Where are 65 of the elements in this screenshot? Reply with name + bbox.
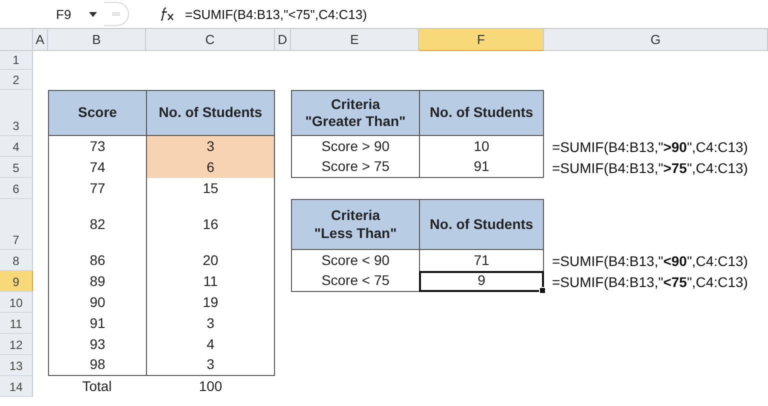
table-cell: 19 — [146, 292, 275, 313]
column-header[interactable]: E — [291, 29, 419, 51]
row-header[interactable]: 6 — [0, 178, 33, 199]
row-header[interactable]: 3 — [0, 90, 33, 136]
table-cell-text: Total — [81, 376, 113, 396]
table-cell: 90 — [48, 292, 146, 313]
row-header[interactable]: 8 — [0, 250, 33, 271]
row-header[interactable]: 4 — [0, 136, 33, 157]
table-cell: 71 — [419, 250, 544, 271]
fill-handle[interactable] — [539, 287, 546, 294]
column-header[interactable]: A — [33, 29, 48, 51]
row-header[interactable]: 7 — [0, 199, 33, 250]
row-header[interactable]: 13 — [0, 355, 33, 376]
table-cell: 86 — [48, 250, 146, 271]
table-cell: Score < 75 — [291, 271, 419, 292]
formula-input[interactable]: =SUMIF(B4:B13,"<75",C4:C13) — [185, 6, 367, 22]
column-heading: Score — [48, 90, 146, 136]
row-header[interactable]: 12 — [0, 334, 33, 355]
table-cell: 9 — [419, 271, 544, 292]
equals-sign-icon — [112, 12, 120, 16]
table-cell: 98 — [48, 355, 146, 376]
table-cell: 16 — [146, 199, 275, 250]
insert-function-icon[interactable] — [159, 7, 175, 21]
formula-text: =SUMIF(B4:B13,">75",C4:C13) — [551, 158, 749, 178]
dropdown-caret-icon[interactable] — [89, 12, 97, 16]
column-heading: Criteria "Greater Than" — [291, 90, 419, 136]
table-cell: 93 — [48, 334, 146, 355]
table-cell: 6 — [146, 157, 275, 178]
name-box[interactable]: F9 — [0, 6, 88, 22]
column-header[interactable]: G — [544, 29, 768, 51]
table-cell: Score > 90 — [291, 136, 419, 157]
table-cell: 91 — [48, 313, 146, 334]
row-header[interactable]: 9 — [0, 271, 33, 292]
row-header[interactable]: 14 — [0, 376, 33, 397]
formula-text: =SUMIF(B4:B13,">90",C4:C13) — [551, 138, 749, 157]
table-cell: 91 — [419, 157, 544, 178]
table-cell: 3 — [146, 355, 275, 376]
formula-text: =SUMIF(B4:B13,"<75",C4:C13) — [551, 272, 749, 292]
table-cell: 10 — [419, 136, 544, 157]
row-header[interactable]: 2 — [0, 70, 33, 90]
row-header[interactable]: 11 — [0, 313, 33, 334]
table-cell: 3 — [146, 136, 275, 157]
column-heading: No. of Students — [419, 199, 544, 250]
row-header[interactable]: 10 — [0, 292, 33, 313]
table-cell: 3 — [146, 313, 275, 334]
table-cell-text: 100 — [198, 376, 224, 396]
table-cell: 89 — [48, 271, 146, 292]
table-cell: 11 — [146, 271, 275, 292]
formula-text: =SUMIF(B4:B13,"<90",C4:C13) — [551, 252, 749, 271]
table-cell: 82 — [48, 199, 146, 250]
column-heading: No. of Students — [419, 90, 544, 136]
table-cell: Score > 75 — [291, 157, 419, 178]
column-header[interactable]: B — [48, 29, 146, 51]
table-cell: 20 — [146, 250, 275, 271]
table-cell: Score < 90 — [291, 250, 419, 271]
row-header[interactable]: 5 — [0, 157, 33, 178]
table-cell: 77 — [48, 178, 146, 199]
column-header[interactable]: C — [146, 29, 275, 51]
column-header[interactable]: D — [275, 29, 291, 51]
table-cell: 15 — [146, 178, 275, 199]
table-cell: 4 — [146, 334, 275, 355]
column-header[interactable]: F — [419, 29, 544, 51]
column-heading: Criteria "Less Than" — [291, 199, 419, 250]
column-heading: No. of Students — [146, 90, 275, 136]
row-header[interactable]: 1 — [0, 51, 33, 70]
